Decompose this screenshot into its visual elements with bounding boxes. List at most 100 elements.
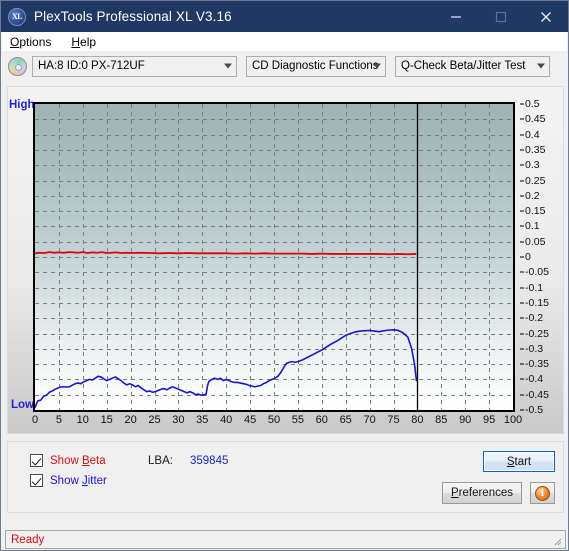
y-axis-tick-label: 0.05	[525, 235, 546, 248]
y-axis-tick-mark	[520, 195, 524, 197]
app-logo-icon: XL	[8, 7, 26, 26]
x-axis-tick-label: 85	[435, 414, 448, 426]
x-axis-tick-label: 0	[31, 414, 39, 426]
y-axis-tick-mark	[520, 149, 524, 151]
y-axis-tick-mark	[520, 302, 524, 304]
x-axis-tick-label: 5	[55, 414, 62, 426]
y-axis-tick-label: 0.25	[525, 174, 546, 187]
y-axis-tick-mark	[520, 363, 524, 365]
chevron-down-icon	[224, 63, 232, 69]
minimize-icon[interactable]	[433, 1, 478, 32]
maximize-icon[interactable]	[478, 1, 523, 32]
x-axis-tick-label: 70	[363, 414, 376, 426]
chevron-down-icon	[537, 63, 545, 69]
y-axis-tick-mark	[520, 103, 524, 105]
y-axis-tick-mark	[520, 180, 524, 181]
x-axis-tick-label: 80	[411, 414, 424, 426]
close-icon[interactable]	[523, 1, 568, 32]
toolbar: HA:8 ID:0 PX-712UF CD Diagnostic Functio…	[2, 51, 567, 81]
title-bar: XL PlexTools Professional XL V3.16	[1, 1, 568, 32]
window-title: PlexTools Professional XL V3.16	[34, 9, 232, 24]
y-axis-tick-label: -0.15	[525, 296, 549, 309]
y-axis-tick-label: -0.4	[525, 373, 544, 386]
lba-value: 359845	[190, 455, 229, 467]
test-select[interactable]: Q-Check Beta/Jitter Test	[395, 55, 550, 77]
chart-gridlines	[35, 104, 513, 410]
function-select[interactable]: CD Diagnostic Functions	[246, 55, 386, 77]
test-select-value: Q-Check Beta/Jitter Test	[401, 60, 526, 72]
x-axis-tick-label: 55	[291, 414, 305, 426]
window-controls	[433, 1, 568, 32]
menu-item-help-label: elp	[80, 34, 97, 49]
graph-panel: High Low 0 5 10 15 20 25 30 35 40 45 50 55 60 65 70 75 8…	[7, 86, 564, 434]
show-jitter-checkbox-row[interactable]: Show Jitter	[30, 474, 107, 487]
show-beta-label: Show Beta	[50, 454, 106, 467]
show-beta-label-rest: eta	[89, 454, 106, 467]
y-axis-tick-mark	[520, 317, 524, 319]
optical-disc-icon	[8, 56, 27, 76]
y-axis-tick-label: -0.3	[525, 342, 544, 355]
y-axis: 0.5 0.45 0.4 0.35 0.3 0.25 0.2 0.15 0.1 0.05 0 -0.0…	[520, 98, 564, 416]
y-axis-tick-label: 0.1	[525, 220, 540, 233]
x-axis-tick-label: 75	[387, 414, 400, 426]
y-axis-tick-label: 0.3	[525, 159, 540, 172]
chevron-down-icon	[373, 63, 381, 69]
show-jitter-label-rest: itter	[87, 474, 107, 487]
start-button-label: Start	[506, 455, 532, 468]
chart-plot-area[interactable]	[33, 102, 515, 412]
menu-item-options[interactable]: Options	[8, 34, 59, 50]
x-axis-tick-label: 10	[76, 414, 89, 426]
menu-item-options-label: ptions	[19, 34, 52, 49]
x-axis-tick-label: 30	[172, 414, 185, 426]
x-axis-tick-label: 60	[315, 414, 328, 426]
device-select-value: HA:8 ID:0 PX-712UF	[38, 60, 145, 72]
y-axis-tick-mark	[520, 118, 524, 120]
axis-label-low: Low	[11, 399, 34, 411]
y-axis-tick-mark	[520, 409, 524, 411]
preferences-button-label: Preferences	[450, 487, 513, 499]
y-axis-tick-mark	[520, 256, 524, 258]
show-beta-checkbox-row[interactable]: Show Beta	[30, 454, 106, 467]
x-axis-tick-label: 15	[100, 414, 113, 426]
y-axis-tick-label: 0	[525, 251, 531, 263]
y-axis-tick-label: 0.4	[525, 128, 540, 141]
show-jitter-checkbox[interactable]	[30, 474, 43, 487]
info-icon: i	[535, 485, 550, 501]
axis-label-high: High	[9, 99, 35, 111]
y-axis-tick-mark	[520, 271, 524, 273]
show-beta-checkbox[interactable]	[30, 454, 43, 467]
function-select-value: CD Diagnostic Functions	[252, 60, 379, 72]
y-axis-tick-mark	[520, 333, 524, 334]
device-select[interactable]: HA:8 ID:0 PX-712UF	[32, 55, 237, 77]
resize-grip-icon[interactable]	[551, 535, 563, 547]
chart-series-beta	[35, 251, 417, 256]
y-axis-tick-mark	[520, 134, 524, 136]
status-bar: Ready	[5, 530, 566, 549]
y-axis-tick-label: 0.2	[525, 189, 540, 202]
y-axis-tick-label: -0.5	[525, 404, 544, 416]
y-axis-tick-mark	[520, 225, 524, 227]
y-axis-tick-label: 0.15	[525, 205, 546, 218]
x-axis-tick-label: 35	[196, 414, 209, 426]
y-axis-tick-label: -0.25	[525, 327, 549, 340]
x-axis-tick-label: 95	[482, 414, 496, 426]
start-button[interactable]: Start	[483, 451, 555, 472]
y-axis-tick-mark	[520, 378, 524, 380]
preferences-button[interactable]: Preferences	[442, 482, 522, 504]
preferences-button-label-rest: references	[458, 487, 513, 499]
x-axis-tick-label: 40	[220, 414, 233, 426]
x-axis-tick-label: 45	[243, 414, 257, 426]
x-axis-tick-label: 50	[267, 414, 281, 426]
y-axis-tick-mark	[520, 210, 524, 212]
status-text: Ready	[11, 533, 45, 546]
x-axis-tick-label: 25	[148, 414, 161, 426]
y-axis-tick-label: 0.5	[525, 98, 540, 110]
menu-item-help[interactable]: Help	[69, 34, 104, 50]
y-axis-tick-label: -0.1	[525, 281, 544, 294]
y-axis-tick-mark	[520, 287, 524, 289]
show-jitter-label: Show Jitter	[50, 474, 107, 487]
y-axis-tick-mark	[520, 394, 524, 396]
info-button[interactable]: i	[530, 482, 555, 504]
chart-canvas	[35, 104, 513, 410]
x-axis-tick-label: 100	[503, 414, 523, 426]
